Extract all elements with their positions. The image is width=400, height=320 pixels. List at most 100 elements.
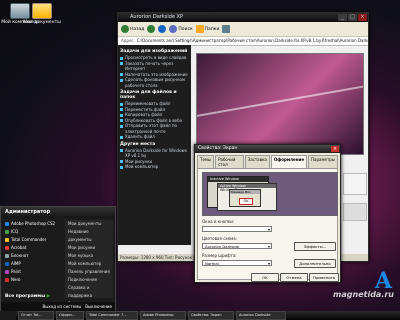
explorer-title-bar[interactable]: Aurorion Darkside XP _ □ × [118,13,368,22]
maximize-button[interactable]: □ [348,14,357,21]
start-menu-item[interactable]: Nero [3,276,65,284]
advanced-button[interactable]: Дополнительно [294,259,336,268]
taskbar-item[interactable]: Aurorion Darkside [236,311,286,320]
explorer-title: Aurorion Darkside XP [130,14,183,20]
taskbar-item[interactable]: Оформ... [56,311,84,320]
views-button[interactable] [222,25,231,33]
tab-themes[interactable]: Темы [197,155,215,168]
cancel-button[interactable]: Отмена [280,273,308,282]
aimp-icon [5,262,9,266]
explorer-toolbar: Назад Поиск Папки [118,22,368,37]
start-menu-item[interactable]: ICQ [3,228,65,236]
folders-button[interactable]: Папки [195,25,219,33]
address-value: C:\Documents and Settings\Администратор\… [136,38,368,43]
task-section-other-places: Другие места Aurorion Darkside for Windo… [120,142,189,170]
start-button[interactable] [0,311,16,320]
start-menu-item[interactable]: Total Commander [3,236,65,244]
acrobat-icon [5,246,9,250]
taskbar-item[interactable]: Total Commander 7... [86,311,138,320]
task-item[interactable]: Мой компьютер [120,164,189,170]
task-section-files: Задачи для файлов и папок Переименовать … [120,90,189,140]
windows-buttons-select[interactable] [202,226,272,233]
start-menu-place[interactable]: Недавние документы [65,228,113,244]
task-item[interactable]: Aurorion Darkside for Windows XP v8.1 by [120,148,189,159]
search-button[interactable]: Поиск [169,25,193,33]
apply-button[interactable]: Применить [309,273,339,282]
task-section-title[interactable]: Задачи для файлов и папок [120,90,189,100]
font-size-select[interactable]: Normal [202,260,272,267]
task-item[interactable]: Удалить файл [120,134,189,140]
notepad-icon [5,254,9,258]
image-preview[interactable] [196,53,364,155]
start-menu-item[interactable]: Блокнот [3,252,65,260]
start-menu-place[interactable]: Мои документы [65,220,113,228]
start-menu-place[interactable]: Моя музыка [65,252,113,260]
color-scheme-select[interactable]: Aurorion Darkside [202,243,272,250]
logoff-button[interactable]: Выход из системы [43,304,82,309]
dialog-title-bar[interactable]: Свойства: Экран × [195,145,340,153]
task-item[interactable]: Отправить этот файл по электронной почте [120,123,189,134]
back-button[interactable]: Назад [121,25,144,33]
appearance-preview: Inactive Window Active Window Window Tex… [202,172,338,216]
minimize-button[interactable]: _ [338,14,347,21]
start-menu-footer: Выход из системы Выключение [1,302,115,311]
arrow-right-icon: ▶ [46,294,51,299]
up-folder-icon[interactable] [158,25,167,33]
paint-icon [5,270,9,274]
task-item[interactable]: Сделать фоновым рисунком рабочего стола [120,77,189,88]
start-menu-place[interactable]: Подключение [65,276,113,284]
start-menu-place[interactable]: Панель управления [65,268,113,276]
taskbar-item[interactable]: Отчет Tot... [18,311,54,320]
preview-message-box: Message Box OK [229,189,261,207]
folder-icon [195,25,204,33]
close-button[interactable]: × [331,146,339,152]
tab-settings[interactable]: Параметры [308,155,338,168]
taskbar-item[interactable]: Свойства: Экран [188,311,234,320]
start-menu-item[interactable]: Acrobat [3,244,65,252]
preview-inactive-title: Inactive Window [208,177,268,182]
dialog-tabs: Темы Рабочий стол Заставка Оформление Па… [195,153,340,168]
dialog-button-row: OK Отмена Применить [195,273,340,282]
preview-message-title: Message Box [230,190,260,194]
start-menu: Администратор Adobe Photoshop CS2 ICQ To… [0,206,116,312]
thumbnail[interactable] [343,203,367,221]
start-menu-place[interactable]: Мои рисунки [65,244,113,252]
start-menu-place[interactable]: Справка и поддержка [65,284,113,300]
shutdown-button[interactable]: Выключение [85,304,112,309]
start-menu-place[interactable]: Мой компьютер [65,260,113,268]
taskbar: Отчет Tot... Оформ... Total Commander 7.… [0,311,400,320]
appearance-pane: Inactive Window Active Window Window Tex… [197,168,338,280]
photoshop-icon [5,222,9,226]
task-section-title[interactable]: Другие места [120,142,189,147]
desktop-icon-label: Мои документы [23,20,61,25]
start-menu-programs: Adobe Photoshop CS2 ICQ Total Commander … [3,220,65,284]
desktop-icon-my-documents[interactable]: Мои документы [22,3,62,25]
all-programs-button[interactable]: Все программы ▶ [5,294,50,299]
task-item[interactable]: Заказать печать через Интернет [120,61,189,72]
start-menu-item[interactable]: Adobe Photoshop CS2 [3,220,65,228]
display-properties-dialog: Свойства: Экран × Темы Рабочий стол Заст… [194,144,341,283]
back-arrow-icon [121,25,129,33]
effects-button[interactable]: Эффекты... [294,242,336,251]
ok-button[interactable]: OK [251,273,279,282]
start-menu-item[interactable]: Paint [3,268,65,276]
task-section-title[interactable]: Задачи для изображений [120,49,189,54]
font-size-label: Размер шрифта: [202,253,237,258]
tab-desktop[interactable]: Рабочий стол [215,155,244,168]
thumbnail[interactable] [343,173,367,195]
start-menu-item[interactable]: AIMP [3,260,65,268]
forward-button[interactable] [147,25,156,33]
windows-buttons-label: Окна и кнопки: [202,219,235,224]
start-menu-user: Администратор [1,207,115,218]
nero-icon [5,278,9,282]
close-button[interactable]: × [358,14,367,21]
task-section-images: Задачи для изображений Просмотреть в вид… [120,49,189,88]
total-commander-icon [5,238,9,242]
tab-screensaver[interactable]: Заставка [244,155,270,168]
documents-icon [32,3,52,19]
taskbar-item[interactable]: Adobe Photoshop [140,311,186,320]
tab-appearance[interactable]: Оформление [270,155,308,168]
icq-icon [5,230,9,234]
color-scheme-label: Цветовая схема: [202,236,238,241]
dialog-title: Свойства: Экран [198,146,238,151]
